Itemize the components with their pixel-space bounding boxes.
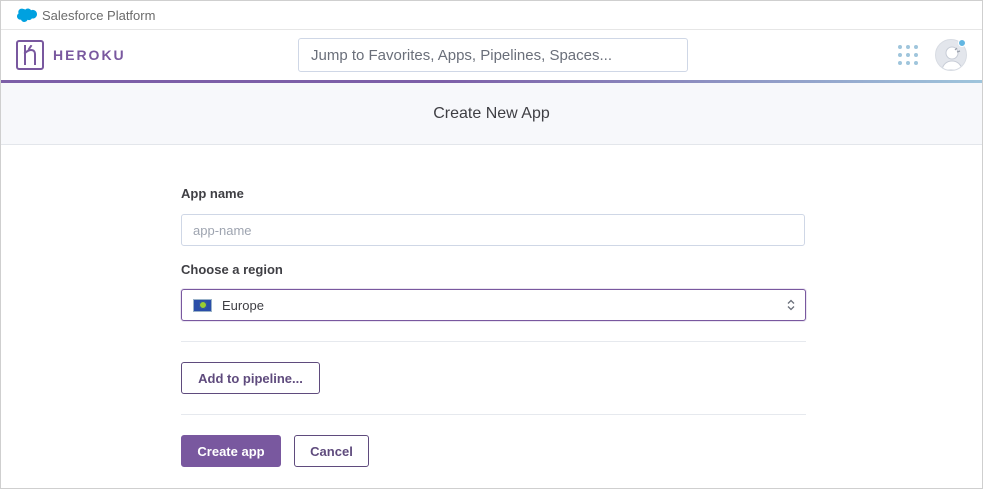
- select-caret-icon: [787, 299, 795, 311]
- add-to-pipeline-button[interactable]: Add to pipeline...: [181, 362, 320, 394]
- eu-flag-icon: [193, 298, 212, 312]
- notification-dot-icon: [958, 39, 966, 47]
- heroku-header: HEROKU: [1, 30, 982, 80]
- app-window: Salesforce Platform HEROKU Create New Ap…: [0, 0, 983, 489]
- salesforce-cloud-icon: [17, 8, 37, 22]
- region-select[interactable]: Europe: [181, 289, 806, 321]
- heroku-glyph-icon: [23, 45, 36, 65]
- app-name-input[interactable]: [181, 214, 805, 246]
- region-label: Choose a region: [181, 262, 283, 277]
- region-select-value: Europe: [222, 297, 264, 313]
- page-title: Create New App: [433, 104, 550, 122]
- create-app-button[interactable]: Create app: [181, 435, 281, 467]
- heroku-wordmark[interactable]: HEROKU: [53, 47, 126, 63]
- apps-grid-icon[interactable]: [898, 45, 918, 65]
- heroku-logo-icon[interactable]: [16, 40, 44, 70]
- search-input[interactable]: [298, 38, 688, 72]
- cancel-button[interactable]: Cancel: [294, 435, 369, 467]
- app-name-label: App name: [181, 186, 244, 201]
- section-divider: [181, 341, 806, 342]
- section-divider: [181, 414, 806, 415]
- page-header: Create New App: [1, 83, 982, 145]
- salesforce-platform-label: Salesforce Platform: [42, 7, 156, 23]
- salesforce-bar: Salesforce Platform: [1, 1, 982, 30]
